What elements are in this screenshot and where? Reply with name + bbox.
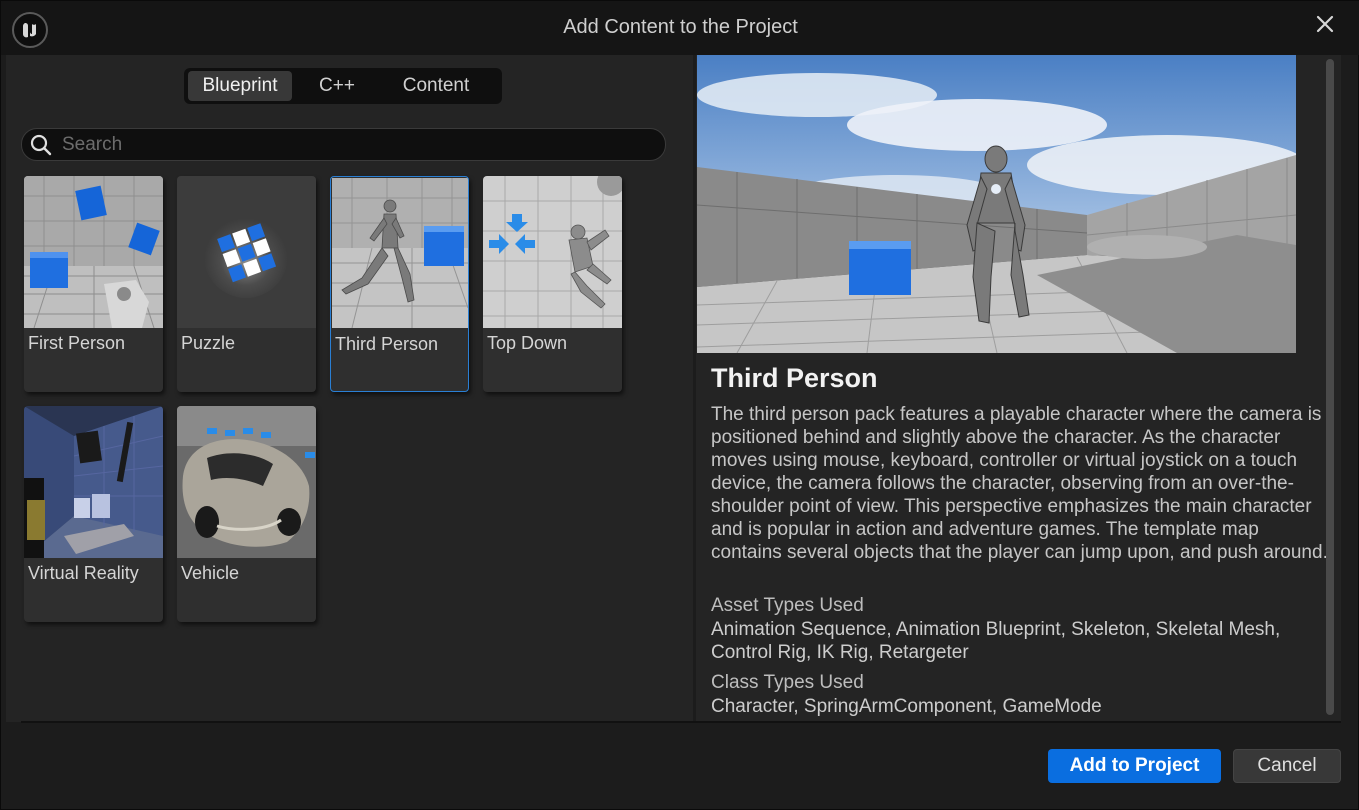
- footer-divider: [21, 721, 1341, 723]
- title-bar: Add Content to the Project: [1, 1, 1359, 55]
- add-to-project-button[interactable]: Add to Project: [1048, 749, 1221, 783]
- add-content-dialog: Add Content to the Project Blueprint C++…: [0, 0, 1359, 810]
- class-types-heading: Class Types Used: [711, 672, 864, 693]
- top-down-thumbnail: [483, 176, 622, 328]
- third-person-thumbnail: [332, 178, 468, 330]
- template-preview-image: [697, 55, 1296, 353]
- puzzle-thumbnail: [177, 176, 316, 328]
- first-person-thumbnail: [24, 176, 163, 328]
- template-description: The third person pack features a playabl…: [711, 404, 1328, 563]
- template-label: Top Down: [487, 333, 568, 353]
- vehicle-thumbnail: [177, 406, 316, 558]
- search-bar: [21, 128, 666, 161]
- search-input[interactable]: [54, 129, 665, 160]
- tab-bar: Blueprint C++ Content: [184, 68, 502, 104]
- dialog-title: Add Content to the Project: [563, 16, 798, 38]
- template-card-vehicle[interactable]: Vehicle: [177, 406, 316, 622]
- asset-types-list: Animation Sequence, Animation Blueprint,…: [711, 619, 1281, 663]
- template-label: First Person: [28, 333, 126, 353]
- tab-cpp[interactable]: C++: [300, 71, 374, 101]
- template-label: Virtual Reality: [28, 563, 139, 583]
- virtual-reality-thumbnail: [24, 406, 163, 558]
- template-title: Third Person: [711, 363, 878, 393]
- template-label: Vehicle: [181, 563, 240, 583]
- template-card-puzzle[interactable]: Puzzle: [177, 176, 316, 392]
- template-label: Puzzle: [181, 333, 236, 353]
- template-browser: Blueprint C++ Content Search First Perso…: [6, 55, 693, 722]
- cancel-button[interactable]: Cancel: [1233, 749, 1341, 783]
- close-icon[interactable]: [1311, 10, 1339, 38]
- tab-blueprint[interactable]: Blueprint: [188, 71, 292, 101]
- template-card-top-down[interactable]: Top Down: [483, 176, 622, 392]
- class-types-list: Character, SpringArmComponent, GameMode: [711, 696, 1102, 717]
- template-card-first-person[interactable]: First Person: [24, 176, 163, 392]
- tab-content[interactable]: Content: [382, 71, 490, 101]
- template-card-third-person[interactable]: Third Person: [330, 176, 469, 392]
- template-details: Third Person The third person pack featu…: [696, 55, 1341, 722]
- asset-types-heading: Asset Types Used: [711, 595, 864, 616]
- template-card-virtual-reality[interactable]: Virtual Reality: [24, 406, 163, 622]
- search-icon: [28, 132, 54, 158]
- template-label: Third Person: [335, 334, 439, 354]
- details-scrollbar[interactable]: [1326, 59, 1334, 715]
